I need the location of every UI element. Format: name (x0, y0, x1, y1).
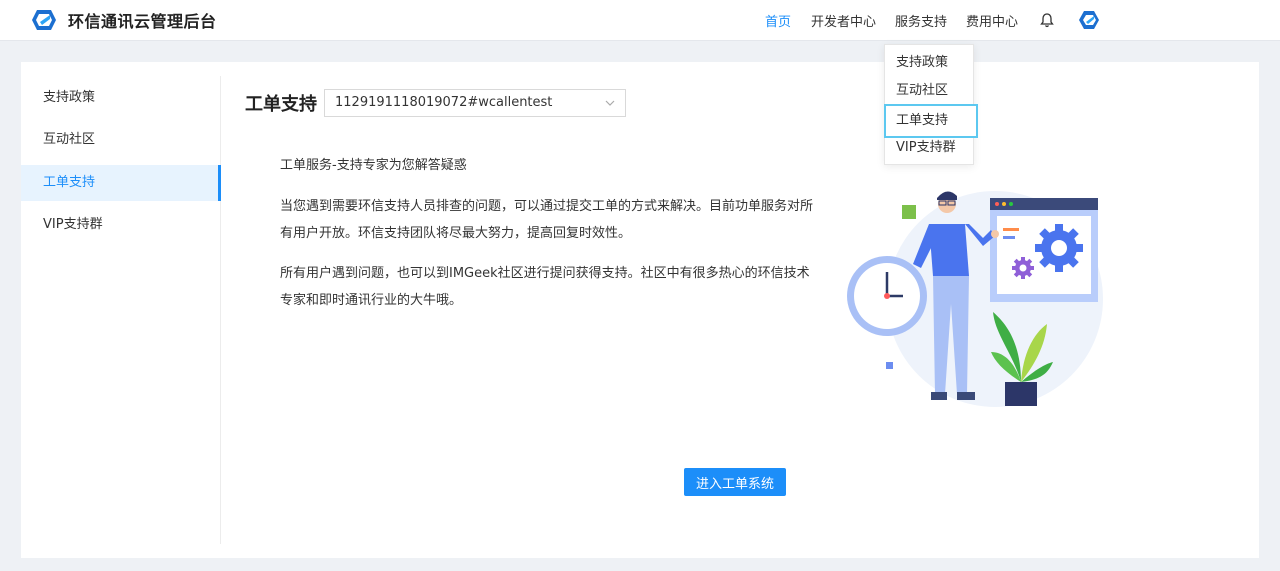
app-selector[interactable]: 1129191118019072#wcallentest (324, 89, 626, 117)
content-area: 工单支持 1129191118019072#wcallentest 工单服务-支… (245, 62, 1255, 558)
community-description: 所有用户遇到问题，也可以到IMGeek社区进行提问获得支持。社区中有很多热心的环… (280, 266, 810, 308)
dropdown-item-community[interactable]: 互动社区 (885, 77, 975, 105)
sidebar-item-support-policy[interactable]: 支持政策 (21, 80, 221, 116)
easemob-logo-icon (32, 10, 56, 30)
service-support-dropdown: 支持政策 互动社区 工单支持 VIP支持群 (884, 44, 978, 165)
top-header: 环信通讯云管理后台 首页 开发者中心 服务支持 费用中心 (0, 0, 1280, 41)
service-headline: 工单服务-支持专家为您解答疑惑 (280, 158, 467, 173)
dropdown-item-support-policy[interactable]: 支持政策 (885, 49, 975, 77)
enter-ticket-system-button[interactable]: 进入工单系统 (684, 468, 786, 496)
main-card: 支持政策 互动社区 工单支持 VIP支持群 工单支持 1129191118019… (21, 62, 1259, 558)
sidebar-item-ticket-support[interactable]: 工单支持 (21, 165, 221, 201)
sidebar-item-community[interactable]: 互动社区 (21, 122, 221, 158)
dropdown-item-ticket-support[interactable]: 工单支持 (884, 104, 978, 138)
nav-billing-center[interactable]: 费用中心 (966, 11, 1018, 30)
support-illustration (847, 191, 1103, 407)
app-title: 环信通讯云管理后台 (68, 12, 217, 31)
brand[interactable]: 环信通讯云管理后台 (30, 8, 217, 32)
service-description: 当您遇到需要环信支持人员排查的问题，可以通过提交工单的方式来解决。目前功单服务对… (280, 199, 814, 241)
chevron-down-icon (605, 100, 615, 106)
user-avatar-icon[interactable] (1078, 9, 1100, 31)
app-selector-value: 1129191118019072#wcallentest (335, 95, 553, 110)
nav-home[interactable]: 首页 (765, 11, 791, 30)
dropdown-item-vip-group[interactable]: VIP支持群 (885, 134, 975, 162)
nav-developer-center[interactable]: 开发者中心 (811, 11, 876, 30)
page-title: 工单支持 (245, 94, 317, 115)
sidebar: 支持政策 互动社区 工单支持 VIP支持群 (21, 76, 221, 544)
bell-icon[interactable] (1040, 12, 1054, 28)
sidebar-item-vip-group[interactable]: VIP支持群 (21, 207, 221, 243)
nav-service-support[interactable]: 服务支持 (895, 11, 947, 30)
